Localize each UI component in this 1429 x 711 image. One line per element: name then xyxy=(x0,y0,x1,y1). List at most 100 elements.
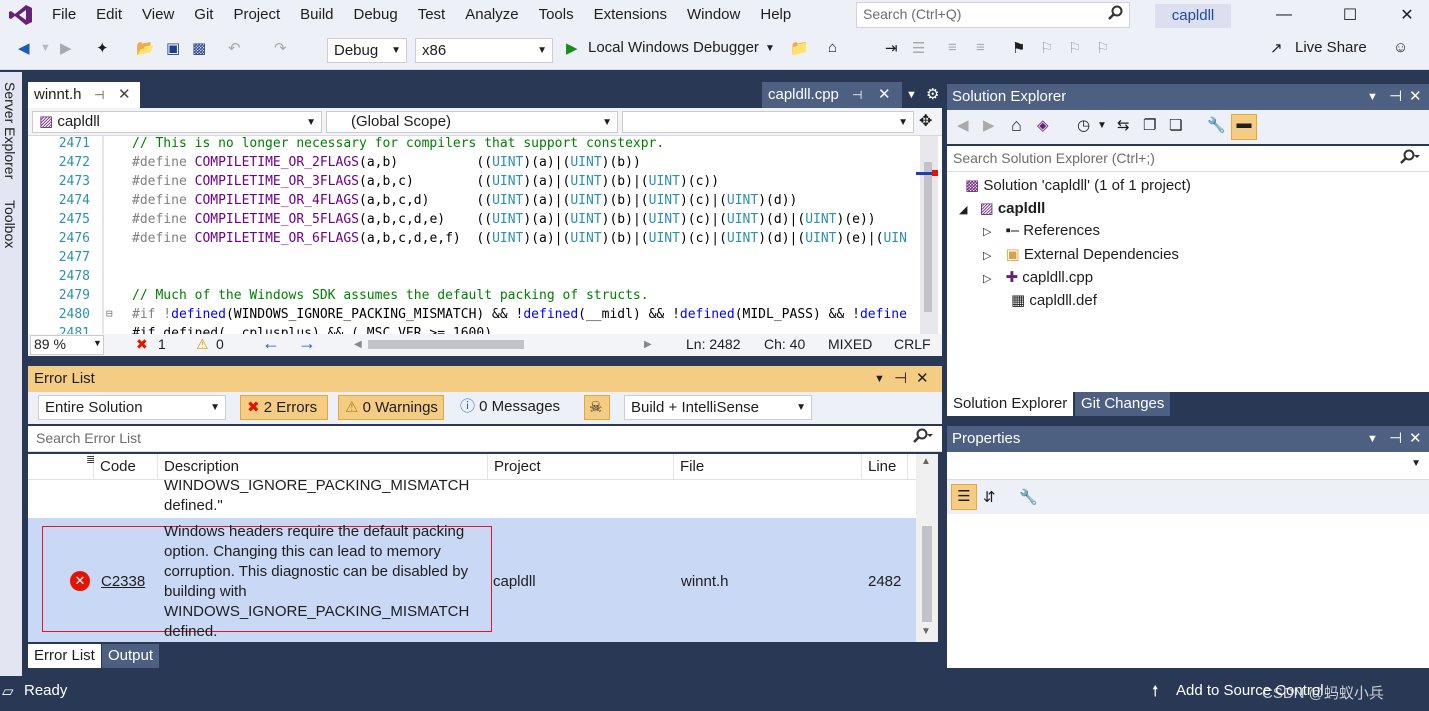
save-all-icon[interactable]: ▩ xyxy=(192,39,206,57)
menu-view[interactable]: View xyxy=(132,0,184,30)
pin-icon[interactable]: ⊣ xyxy=(1389,426,1402,452)
show-all-files-icon[interactable]: ❏ xyxy=(1169,116,1182,134)
settings-gear-icon[interactable]: ⚙ xyxy=(920,82,945,108)
column-header-icon[interactable]: ≣ xyxy=(28,454,95,480)
tree-project-node[interactable]: ◢ ▨ capldll xyxy=(959,199,1045,217)
messages-filter-button[interactable]: ⓘ 0 Messages xyxy=(454,395,566,420)
step-icon[interactable]: ⇥ xyxy=(885,39,898,57)
menu-build[interactable]: Build xyxy=(290,0,343,30)
solution-platform-combo[interactable]: x86 ▼ xyxy=(415,38,553,63)
browser-icon[interactable]: ⌂ xyxy=(828,39,837,56)
column-header-code[interactable]: Code xyxy=(94,454,158,480)
menu-git[interactable]: Git xyxy=(184,0,223,30)
solution-configuration-combo[interactable]: Debug ▼ xyxy=(327,38,407,63)
pin-icon[interactable]: ⊣ xyxy=(894,366,907,392)
feedback-icon[interactable]: ☺ xyxy=(1393,39,1408,56)
back-icon[interactable]: ◀ xyxy=(957,116,969,134)
close-icon[interactable]: ✕ xyxy=(118,82,131,108)
warning-count[interactable]: 0 xyxy=(216,336,224,352)
errors-filter-button[interactable]: ✖ 2 Errors xyxy=(240,395,328,420)
menu-project[interactable]: Project xyxy=(223,0,290,30)
sync-icon[interactable]: ⇆ xyxy=(1117,116,1130,134)
close-icon[interactable]: ✕ xyxy=(1409,426,1422,452)
uncomment-icon[interactable]: ≡ xyxy=(976,39,985,56)
bookmark-icon[interactable]: ⚑ xyxy=(1012,39,1025,57)
minimize-button[interactable]: — xyxy=(1262,0,1306,30)
tab-capldll-cpp[interactable]: capldll.cpp ⊣ ✕ xyxy=(762,82,902,108)
folder-icon[interactable]: 📁 xyxy=(790,39,809,57)
table-row[interactable]: WINDOWS_IGNORE_PACKING_MISMATCH defined.… xyxy=(28,477,916,518)
menu-extensions[interactable]: Extensions xyxy=(584,0,677,30)
columns-icon[interactable]: ☰ xyxy=(912,39,925,57)
line-ending[interactable]: CRLF xyxy=(894,336,931,352)
alphabetical-sort-icon[interactable]: ⇵ xyxy=(983,488,996,506)
pin-icon[interactable]: ⊣ xyxy=(94,82,104,108)
close-icon[interactable]: ✕ xyxy=(916,366,929,392)
prev-bookmark-icon[interactable]: ⚐ xyxy=(1040,39,1053,57)
collapse-arrow-icon[interactable]: ▷ xyxy=(983,273,991,285)
live-share-button[interactable]: Live Share xyxy=(1295,39,1367,56)
collapse-arrow-icon[interactable]: ▷ xyxy=(983,250,991,262)
menu-analyze[interactable]: Analyze xyxy=(455,0,528,30)
tree-solution-node[interactable]: ▩ Solution 'capldll' (1 of 1 project) xyxy=(965,176,1191,194)
tab-winnt-h[interactable]: winnt.h ⊣ ✕ xyxy=(28,82,140,108)
next-bookmark-icon[interactable]: ⚐ xyxy=(1068,39,1081,57)
pin-icon[interactable]: ⊣ xyxy=(1389,84,1402,110)
menu-test[interactable]: Test xyxy=(408,0,456,30)
collapse-icon[interactable]: ⊟ xyxy=(106,307,113,320)
properties-object-selector[interactable]: ▼ xyxy=(947,452,1429,480)
scrollbar-thumb[interactable] xyxy=(922,526,932,622)
filter-current-project-button[interactable]: ☠ xyxy=(584,395,610,420)
column-header-line[interactable]: Line xyxy=(862,454,908,480)
editor-vertical-scrollbar[interactable] xyxy=(916,136,938,334)
error-list-scrollbar[interactable]: ▲ ▼ xyxy=(916,454,938,642)
start-debugging-icon[interactable]: ▶ xyxy=(566,39,578,57)
solution-name-badge[interactable]: capldll xyxy=(1155,4,1231,28)
debugger-dropdown-icon[interactable]: ▼ xyxy=(765,43,775,54)
previous-issue-icon[interactable]: ← xyxy=(262,333,280,354)
home-icon[interactable]: ⌂ xyxy=(1011,115,1022,136)
start-debugging-button[interactable]: Local Windows Debugger xyxy=(588,39,759,56)
error-count-icon[interactable]: ✖ xyxy=(136,336,148,353)
dropdown-arrow-icon[interactable]: ▼ xyxy=(40,42,51,54)
preview-selected-icon[interactable]: ▬ xyxy=(1231,114,1257,140)
tab-solution-explorer[interactable]: Solution Explorer xyxy=(947,392,1074,416)
menu-tools[interactable]: Tools xyxy=(529,0,584,30)
menu-window[interactable]: Window xyxy=(677,0,750,30)
scroll-right-icon[interactable]: ▶ xyxy=(644,339,652,350)
error-scope-combo[interactable]: Entire Solution ▼ xyxy=(38,395,226,420)
visual-studio-logo-icon[interactable] xyxy=(0,0,42,30)
navigate-forward-icon[interactable]: ▶ xyxy=(60,39,72,57)
new-project-icon[interactable]: ✦ xyxy=(96,39,109,57)
toolbox-tab[interactable]: Toolbox xyxy=(2,200,18,248)
expand-arrow-icon[interactable]: ◢ xyxy=(959,204,967,216)
table-row-selected[interactable]: ✕ C2338 Windows headers require the defa… xyxy=(28,518,916,642)
window-menu-icon[interactable]: ▼ xyxy=(1367,426,1378,452)
close-icon[interactable]: ✕ xyxy=(1409,84,1422,110)
global-search-input[interactable]: Search (Ctrl+Q) xyxy=(856,2,1130,28)
tree-item-capldll-def[interactable]: ▦ capldll.def xyxy=(1011,291,1097,309)
menu-file[interactable]: File xyxy=(42,0,86,30)
error-source-combo[interactable]: Build + IntelliSense ▼ xyxy=(624,395,812,420)
split-editor-icon[interactable]: ✥ xyxy=(919,111,932,131)
upload-arrow-icon[interactable]: 🠕 xyxy=(1152,681,1158,706)
switch-views-icon[interactable]: ◈ xyxy=(1037,116,1049,134)
pin-icon[interactable]: ⊣ xyxy=(852,82,862,108)
categorized-icon[interactable]: ☰ xyxy=(951,484,977,510)
next-issue-icon[interactable]: → xyxy=(298,333,316,354)
solution-search-input[interactable]: Search Solution Explorer (Ctrl+;) xyxy=(947,146,1429,172)
navigate-back-icon[interactable]: ◀︎ xyxy=(18,39,30,57)
tab-git-changes[interactable]: Git Changes xyxy=(1075,392,1171,416)
project-combo[interactable]: ▨ capldll ▼ xyxy=(32,111,322,133)
tab-output[interactable]: Output xyxy=(102,644,160,668)
horizontal-scrollbar-thumb[interactable] xyxy=(368,340,524,349)
server-explorer-tab[interactable]: Server Explorer xyxy=(2,82,18,179)
save-icon[interactable]: ▣ xyxy=(166,39,180,57)
scroll-up-icon[interactable]: ▲ xyxy=(921,456,931,467)
close-window-button[interactable]: ✕ xyxy=(1385,0,1429,30)
window-menu-icon[interactable]: ▼ xyxy=(1367,84,1378,110)
tree-item-references[interactable]: ▷ ▪– References xyxy=(983,222,1100,239)
redo-icon[interactable]: ↷ xyxy=(274,39,287,57)
scroll-down-icon[interactable]: ▼ xyxy=(921,626,931,637)
warning-icon[interactable]: ⚠ xyxy=(196,336,209,353)
